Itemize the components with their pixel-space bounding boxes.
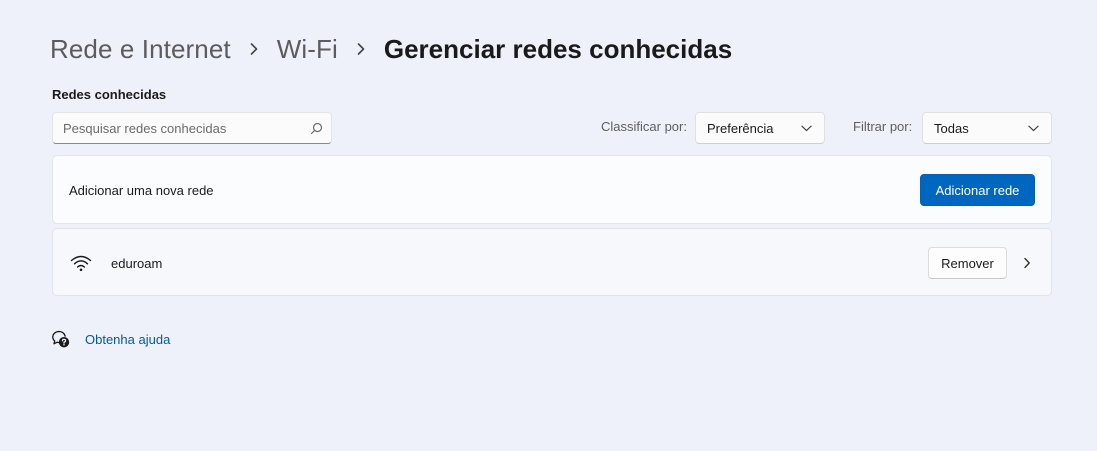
get-help: Obtenha ajuda (51, 329, 170, 349)
wifi-icon (69, 253, 93, 273)
filter-dropdown[interactable]: Todas (922, 112, 1052, 144)
filter-dropdown-value: Todas (934, 120, 969, 136)
page-title: Gerenciar redes conhecidas (383, 33, 733, 64)
chevron-right-icon[interactable] (1017, 253, 1037, 273)
section-title: Redes conhecidas (52, 87, 167, 102)
get-help-link[interactable]: Obtenha ajuda (85, 332, 170, 347)
filter-label: Filtrar por: (853, 119, 913, 134)
chevron-down-icon (801, 125, 812, 131)
sort-dropdown-value: Preferência (707, 120, 774, 136)
settings-page: Rede e Internet Wi-Fi Gerenciar redes co… (0, 0, 1097, 451)
network-name: eduroam (111, 256, 163, 271)
breadcrumb-chevron-icon (338, 30, 384, 68)
network-row-eduroam[interactable]: eduroam Remover (52, 228, 1052, 296)
sort-label: Classificar por: (601, 119, 687, 134)
add-network-card: Adicionar uma nova rede Adicionar rede (52, 155, 1052, 224)
search-icon[interactable] (301, 113, 331, 143)
remove-network-button[interactable]: Remover (928, 247, 1007, 279)
sort-dropdown[interactable]: Preferência (695, 112, 825, 144)
search-input[interactable] (53, 113, 301, 143)
get-help-icon (51, 329, 71, 349)
breadcrumb: Rede e Internet Wi-Fi Gerenciar redes co… (50, 30, 732, 68)
breadcrumb-chevron-icon (231, 30, 277, 68)
add-network-button[interactable]: Adicionar rede (920, 174, 1035, 206)
breadcrumb-item-wifi[interactable]: Wi-Fi (277, 34, 338, 65)
add-network-label: Adicionar uma nova rede (69, 183, 214, 198)
breadcrumb-item-rede-e-internet[interactable]: Rede e Internet (50, 34, 231, 65)
chevron-down-icon (1028, 125, 1039, 131)
search-box (52, 112, 332, 144)
